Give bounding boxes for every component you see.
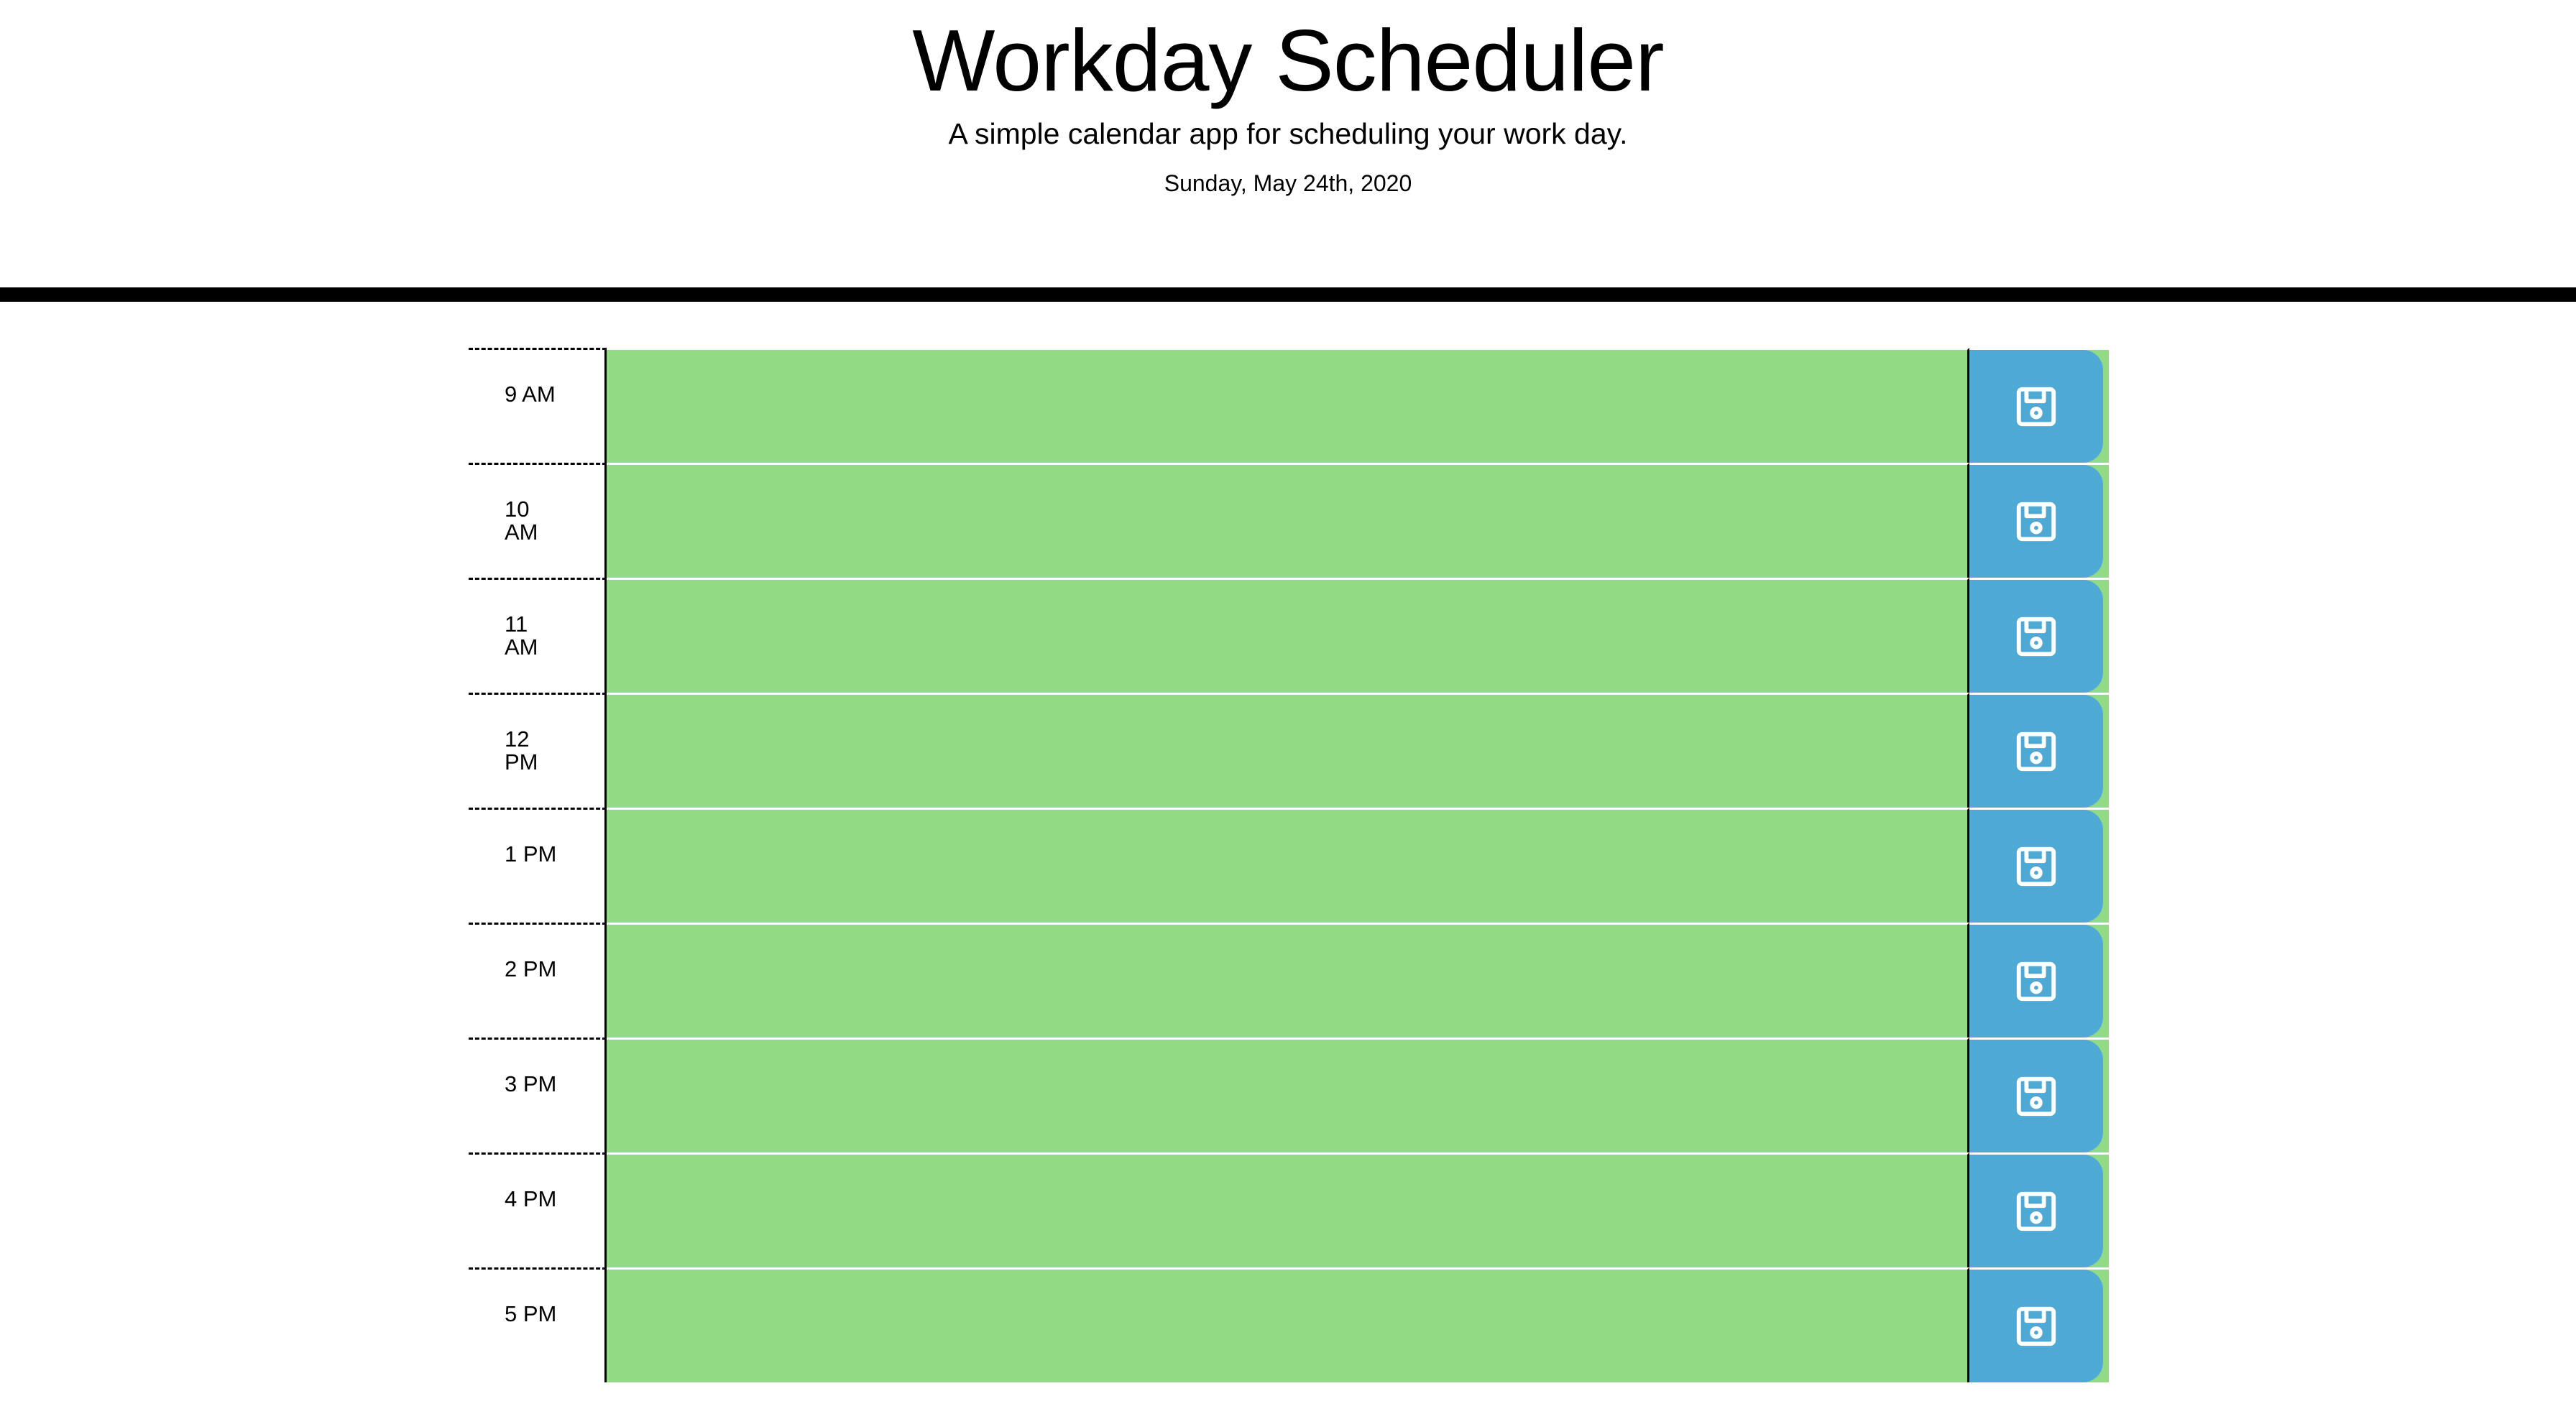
hour-label-text: 2 PM bbox=[505, 956, 557, 981]
time-block-9am: 9 AM bbox=[469, 348, 2109, 463]
time-block-11am: 11 AM bbox=[469, 578, 2109, 693]
save-button-face bbox=[1969, 695, 2103, 808]
event-description-input[interactable] bbox=[607, 463, 1969, 578]
event-description-input[interactable] bbox=[607, 1038, 1969, 1152]
save-button-face bbox=[1969, 1155, 2103, 1267]
hour-label: 2 PM bbox=[469, 923, 607, 1038]
workday-scheduler-page: Workday Scheduler A simple calendar app … bbox=[0, 0, 2576, 1414]
save-icon bbox=[2016, 387, 2056, 426]
time-block-4pm: 4 PM bbox=[469, 1152, 2109, 1267]
save-icon bbox=[2016, 961, 2056, 1001]
save-button-face bbox=[1969, 350, 2103, 463]
page-subtitle: A simple calendar app for scheduling you… bbox=[948, 117, 1628, 150]
time-block-1pm: 1 PM bbox=[469, 808, 2109, 923]
save-button-face bbox=[1969, 925, 2103, 1038]
save-icon bbox=[2016, 846, 2056, 886]
save-button[interactable] bbox=[1969, 1152, 2109, 1267]
page-title: Workday Scheduler bbox=[912, 11, 1664, 109]
event-description-input[interactable] bbox=[607, 348, 1969, 463]
hour-label: 4 PM bbox=[469, 1152, 607, 1267]
hour-label: 1 PM bbox=[469, 808, 607, 923]
hour-label: 5 PM bbox=[469, 1267, 607, 1382]
save-button[interactable] bbox=[1969, 693, 2109, 808]
save-icon bbox=[2016, 616, 2056, 656]
save-icon bbox=[2016, 1191, 2056, 1231]
save-button-face bbox=[1969, 1270, 2103, 1382]
hour-label-text: 3 PM bbox=[505, 1071, 557, 1096]
save-button-face bbox=[1969, 580, 2103, 693]
hour-label: 3 PM bbox=[469, 1038, 607, 1152]
save-button-face bbox=[1969, 810, 2103, 923]
hour-label-text: 9 AM bbox=[505, 382, 556, 407]
event-description-input[interactable] bbox=[607, 808, 1969, 923]
save-icon bbox=[2016, 1306, 2056, 1346]
save-button-face bbox=[1969, 1040, 2103, 1152]
hourly-schedule: 9 AM 10 AM 11 AM 12 PM 1 PM 2 PM 3 PM 4 … bbox=[469, 348, 2109, 1382]
time-block-12pm: 12 PM bbox=[469, 693, 2109, 808]
event-description-input[interactable] bbox=[607, 578, 1969, 693]
hour-label: 9 AM bbox=[469, 348, 607, 463]
hour-label-text: 10 AM bbox=[505, 496, 538, 545]
scheduler-header: Workday Scheduler A simple calendar app … bbox=[0, 0, 2576, 302]
event-description-input[interactable] bbox=[607, 1152, 1969, 1267]
save-button[interactable] bbox=[1969, 348, 2109, 463]
hour-label-text: 5 PM bbox=[505, 1301, 557, 1326]
save-button[interactable] bbox=[1969, 808, 2109, 923]
time-block-10am: 10 AM bbox=[469, 463, 2109, 578]
hour-label-text: 11 AM bbox=[505, 611, 538, 660]
hour-label: 10 AM bbox=[469, 463, 607, 578]
time-block-2pm: 2 PM bbox=[469, 923, 2109, 1038]
save-button[interactable] bbox=[1969, 463, 2109, 578]
hour-label-text: 4 PM bbox=[505, 1186, 557, 1211]
time-block-3pm: 3 PM bbox=[469, 1038, 2109, 1152]
current-day: Sunday, May 24th, 2020 bbox=[1164, 170, 1412, 196]
save-button[interactable] bbox=[1969, 1038, 2109, 1152]
event-description-input[interactable] bbox=[607, 923, 1969, 1038]
save-icon bbox=[2016, 502, 2056, 541]
save-button[interactable] bbox=[1969, 923, 2109, 1038]
save-button[interactable] bbox=[1969, 578, 2109, 693]
hour-label-text: 12 PM bbox=[505, 726, 538, 775]
time-block-5pm: 5 PM bbox=[469, 1267, 2109, 1382]
event-description-input[interactable] bbox=[607, 693, 1969, 808]
hour-label-text: 1 PM bbox=[505, 841, 557, 867]
save-icon bbox=[2016, 731, 2056, 771]
save-icon bbox=[2016, 1076, 2056, 1116]
hour-label: 12 PM bbox=[469, 693, 607, 808]
save-button[interactable] bbox=[1969, 1267, 2109, 1382]
hour-label: 11 AM bbox=[469, 578, 607, 693]
event-description-input[interactable] bbox=[607, 1267, 1969, 1382]
save-button-face bbox=[1969, 465, 2103, 578]
